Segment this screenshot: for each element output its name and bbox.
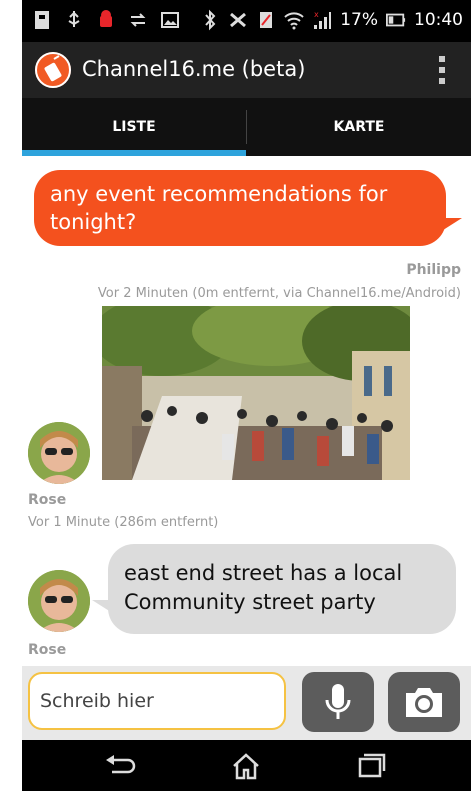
app-frame: x 17% 10:40 Channel16.me (beta) LISTE KA… xyxy=(22,0,471,791)
avatar[interactable] xyxy=(28,570,90,632)
image-icon xyxy=(161,12,179,28)
home-icon[interactable] xyxy=(228,752,264,780)
android-debug-icon xyxy=(100,10,112,27)
recent-apps-icon[interactable] xyxy=(352,752,388,780)
status-bar-left-icons xyxy=(32,9,180,31)
battery-icon xyxy=(386,13,406,27)
action-bar: Channel16.me (beta) xyxy=(22,42,471,98)
usb-icon xyxy=(68,11,80,27)
street-party-photo[interactable] xyxy=(102,306,410,480)
microphone-icon xyxy=(325,684,351,719)
avatar[interactable] xyxy=(28,422,90,484)
svg-text:x: x xyxy=(314,10,319,19)
tab-karte[interactable]: KARTE xyxy=(247,98,471,156)
status-bar: x 17% 10:40 xyxy=(22,0,471,42)
message-bubble-incoming[interactable]: east end street has a local Community st… xyxy=(108,544,456,634)
compose-bar xyxy=(22,666,471,740)
camera-button[interactable] xyxy=(388,672,460,732)
camera-icon xyxy=(406,688,442,717)
no-sim-icon xyxy=(260,12,273,28)
message-input[interactable] xyxy=(28,672,286,730)
message-sender: Rose xyxy=(28,642,67,658)
navigation-bar xyxy=(22,740,471,791)
message-sender: Philipp xyxy=(406,262,461,278)
chat-list[interactable]: any event recommendations for tonight? P… xyxy=(22,156,471,666)
message-sender: Rose xyxy=(28,492,67,508)
vibrate-icon xyxy=(230,12,247,28)
tab-bar: LISTE KARTE xyxy=(22,98,471,156)
transfer-icon xyxy=(130,13,146,27)
bubble-tail xyxy=(440,218,462,232)
status-bar-right-icons: x 17% 10:40 xyxy=(200,9,463,31)
message-meta: Vor 2 Minuten (0m entfernt, via Channel1… xyxy=(97,286,461,301)
app-title: Channel16.me (beta) xyxy=(82,57,306,81)
wifi-icon xyxy=(284,12,304,30)
clock: 10:40 xyxy=(414,10,463,30)
voice-button[interactable] xyxy=(302,672,374,732)
walkie-talkie-logo-icon[interactable] xyxy=(35,52,71,88)
battery-percentage: 17% xyxy=(340,10,378,30)
signal-icon: x xyxy=(314,10,332,29)
back-icon[interactable] xyxy=(102,752,138,780)
tab-liste[interactable]: LISTE xyxy=(22,98,246,156)
message-meta: Vor 1 Minute (286m entfernt) xyxy=(28,515,219,530)
message-bubble-outgoing[interactable]: any event recommendations for tonight? xyxy=(34,170,446,246)
bluetooth-icon xyxy=(205,9,216,31)
more-vertical-icon[interactable] xyxy=(439,56,447,84)
fileviewer-icon xyxy=(35,11,49,29)
